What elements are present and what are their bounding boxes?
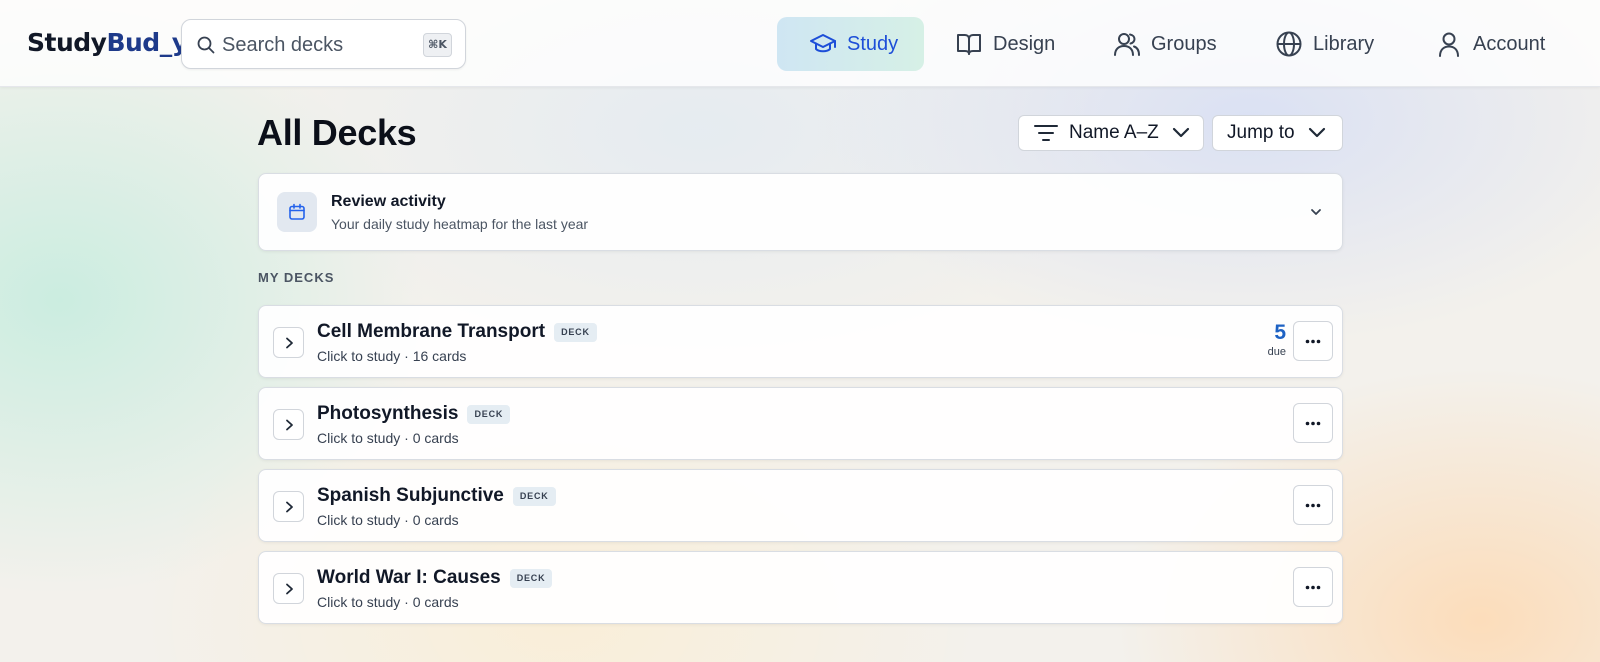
deck-more-button[interactable] bbox=[1293, 485, 1333, 525]
sort-label: Name A–Z bbox=[1069, 122, 1159, 143]
filter-lines-icon bbox=[1034, 125, 1058, 141]
deck-title-row: World War I: Causes DECK bbox=[317, 567, 553, 589]
deck-row[interactable]: World War I: Causes DECK Click to study … bbox=[258, 551, 1343, 624]
more-dots-icon bbox=[1305, 585, 1321, 590]
due-label: due bbox=[1267, 346, 1286, 358]
deck-badge: DECK bbox=[512, 486, 556, 506]
expand-deck-button[interactable] bbox=[273, 573, 304, 604]
nav-account[interactable]: Account bbox=[1435, 17, 1575, 71]
nav-groups[interactable]: Groups bbox=[1113, 17, 1233, 71]
deck-title-row: Photosynthesis DECK bbox=[317, 403, 511, 425]
nav-study[interactable]: Study bbox=[777, 17, 924, 71]
calendar-icon-box bbox=[277, 192, 317, 232]
deck-meta: Click to study · 0 cards bbox=[317, 594, 459, 610]
expand-deck-button[interactable] bbox=[273, 491, 304, 522]
users-icon bbox=[1114, 33, 1140, 56]
deck-row[interactable]: Spanish Subjunctive DECK Click to study … bbox=[258, 469, 1343, 542]
nav-library-label: Library bbox=[1313, 32, 1375, 55]
deck-more-button[interactable] bbox=[1293, 403, 1333, 443]
nav-groups-label: Groups bbox=[1151, 32, 1217, 55]
logo-text-study: Study bbox=[27, 28, 107, 57]
chevron-down-icon[interactable] bbox=[1308, 204, 1324, 220]
deck-name[interactable]: Spanish Subjunctive bbox=[317, 485, 504, 507]
chevron-right-icon bbox=[286, 583, 293, 595]
deck-badge: DECK bbox=[467, 404, 511, 424]
deck-name[interactable]: Photosynthesis bbox=[317, 403, 458, 425]
graduation-cap-icon bbox=[810, 34, 836, 53]
my-decks-heading: MY DECKS bbox=[258, 270, 335, 285]
calendar-icon bbox=[289, 203, 305, 220]
search-input[interactable] bbox=[222, 32, 402, 58]
expand-deck-button[interactable] bbox=[273, 327, 304, 358]
globe-icon bbox=[1276, 31, 1302, 57]
review-activity-subtitle: Your daily study heatmap for the last ye… bbox=[331, 216, 589, 232]
review-activity-panel[interactable]: Review activity Your daily study heatmap… bbox=[258, 173, 1343, 251]
top-bar: StudyBud_y ⌘K Study Design Groups bbox=[0, 0, 1600, 87]
deck-name[interactable]: World War I: Causes bbox=[317, 567, 501, 589]
chevron-down-icon bbox=[1172, 127, 1189, 138]
more-dots-icon bbox=[1305, 421, 1321, 426]
nav-library[interactable]: Library bbox=[1275, 17, 1395, 71]
more-dots-icon bbox=[1305, 503, 1321, 508]
search-box[interactable]: ⌘K bbox=[181, 19, 466, 69]
search-icon bbox=[197, 36, 215, 54]
nav-account-label: Account bbox=[1473, 32, 1546, 55]
deck-more-button[interactable] bbox=[1293, 321, 1333, 361]
deck-badge: DECK bbox=[554, 322, 597, 342]
chevron-right-icon bbox=[286, 501, 293, 513]
app-logo[interactable]: StudyBud_y bbox=[27, 28, 188, 57]
nav-design[interactable]: Design bbox=[955, 17, 1075, 71]
deck-name[interactable]: Cell Membrane Transport bbox=[317, 321, 545, 343]
nav-study-label: Study bbox=[847, 32, 899, 55]
deck-meta: Click to study · 16 cards bbox=[317, 348, 467, 364]
expand-deck-button[interactable] bbox=[273, 409, 304, 440]
open-book-icon bbox=[957, 34, 981, 55]
jump-to-label: Jump to bbox=[1227, 122, 1295, 143]
deck-row[interactable]: Photosynthesis DECK Click to study · 0 c… bbox=[258, 387, 1343, 460]
chevron-right-icon bbox=[286, 419, 293, 431]
deck-meta: Click to study · 0 cards bbox=[317, 512, 459, 528]
deck-row[interactable]: Cell Membrane Transport DECK Click to st… bbox=[258, 305, 1343, 378]
chevron-down-icon bbox=[1308, 127, 1325, 138]
deck-badge: DECK bbox=[509, 568, 553, 588]
more-dots-icon bbox=[1305, 339, 1321, 344]
chevron-right-icon bbox=[286, 337, 293, 349]
user-icon bbox=[1439, 32, 1459, 57]
logo-text-buddy: Bud_y bbox=[106, 28, 188, 57]
jump-to-dropdown[interactable]: Jump to bbox=[1212, 115, 1343, 151]
keyboard-shortcut-hint: ⌘K bbox=[423, 33, 452, 57]
due-count: 5 bbox=[1274, 321, 1286, 344]
page-title: All Decks bbox=[257, 112, 417, 153]
review-activity-title: Review activity bbox=[331, 193, 446, 210]
deck-title-row: Cell Membrane Transport DECK bbox=[317, 321, 597, 343]
sort-dropdown[interactable]: Name A–Z bbox=[1018, 115, 1204, 151]
deck-meta: Click to study · 0 cards bbox=[317, 430, 459, 446]
deck-title-row: Spanish Subjunctive DECK bbox=[317, 485, 556, 507]
nav-design-label: Design bbox=[993, 32, 1056, 55]
deck-more-button[interactable] bbox=[1293, 567, 1333, 607]
